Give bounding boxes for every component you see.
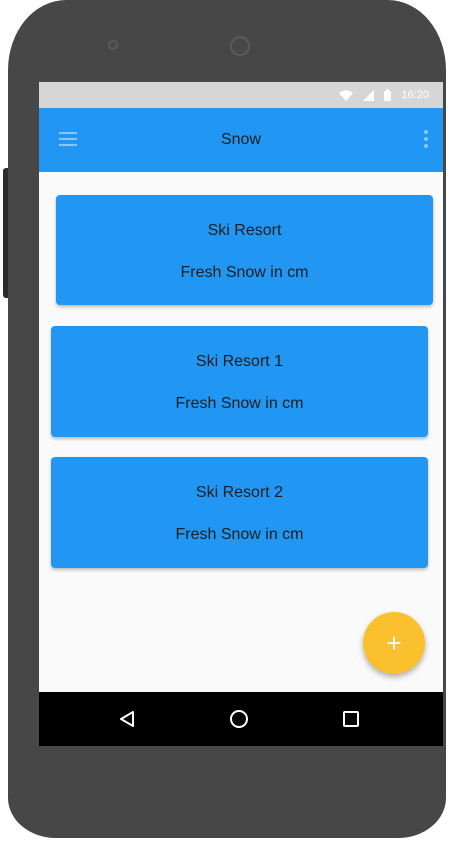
status-bar: 16:20 [39, 82, 443, 108]
wifi-icon [339, 90, 354, 101]
device-camera [230, 36, 250, 56]
resort-snow-label: Fresh Snow in cm [180, 264, 309, 281]
status-time: 16:20 [401, 89, 429, 101]
add-icon: + [386, 628, 402, 658]
resort-snow-label: Fresh Snow in cm [175, 526, 304, 543]
device-frame: 16:20 Snow Ski Resort Fresh Snow in cm S… [8, 0, 446, 838]
recent-apps-icon [343, 711, 359, 727]
resort-card[interactable]: Ski Resort 2 Fresh Snow in cm [51, 457, 428, 568]
back-button[interactable] [97, 692, 157, 746]
resort-snow-label: Fresh Snow in cm [175, 395, 304, 412]
device-sensor [108, 40, 118, 50]
navigation-bar [39, 692, 443, 746]
home-icon [230, 710, 248, 728]
back-icon [120, 711, 134, 727]
battery-icon [384, 89, 392, 101]
recent-apps-button[interactable] [321, 692, 381, 746]
resort-name: Ski Resort 2 [195, 484, 284, 501]
add-resort-button[interactable]: + [363, 612, 425, 674]
resort-card[interactable]: Ski Resort 1 Fresh Snow in cm [51, 326, 428, 437]
overflow-menu-icon[interactable] [423, 130, 429, 150]
resort-name: Ski Resort 1 [195, 353, 284, 370]
status-icons: 16:20 [339, 82, 429, 108]
app-bar: Snow [39, 108, 443, 172]
signal-icon [363, 89, 375, 101]
screen: 16:20 Snow Ski Resort Fresh Snow in cm S… [39, 82, 443, 746]
home-button[interactable] [209, 692, 269, 746]
app-title: Snow [220, 131, 262, 148]
page: 16:20 Snow Ski Resort Fresh Snow in cm S… [0, 0, 451, 842]
resort-card[interactable]: Ski Resort Fresh Snow in cm [56, 195, 433, 305]
resort-name: Ski Resort [207, 222, 282, 239]
